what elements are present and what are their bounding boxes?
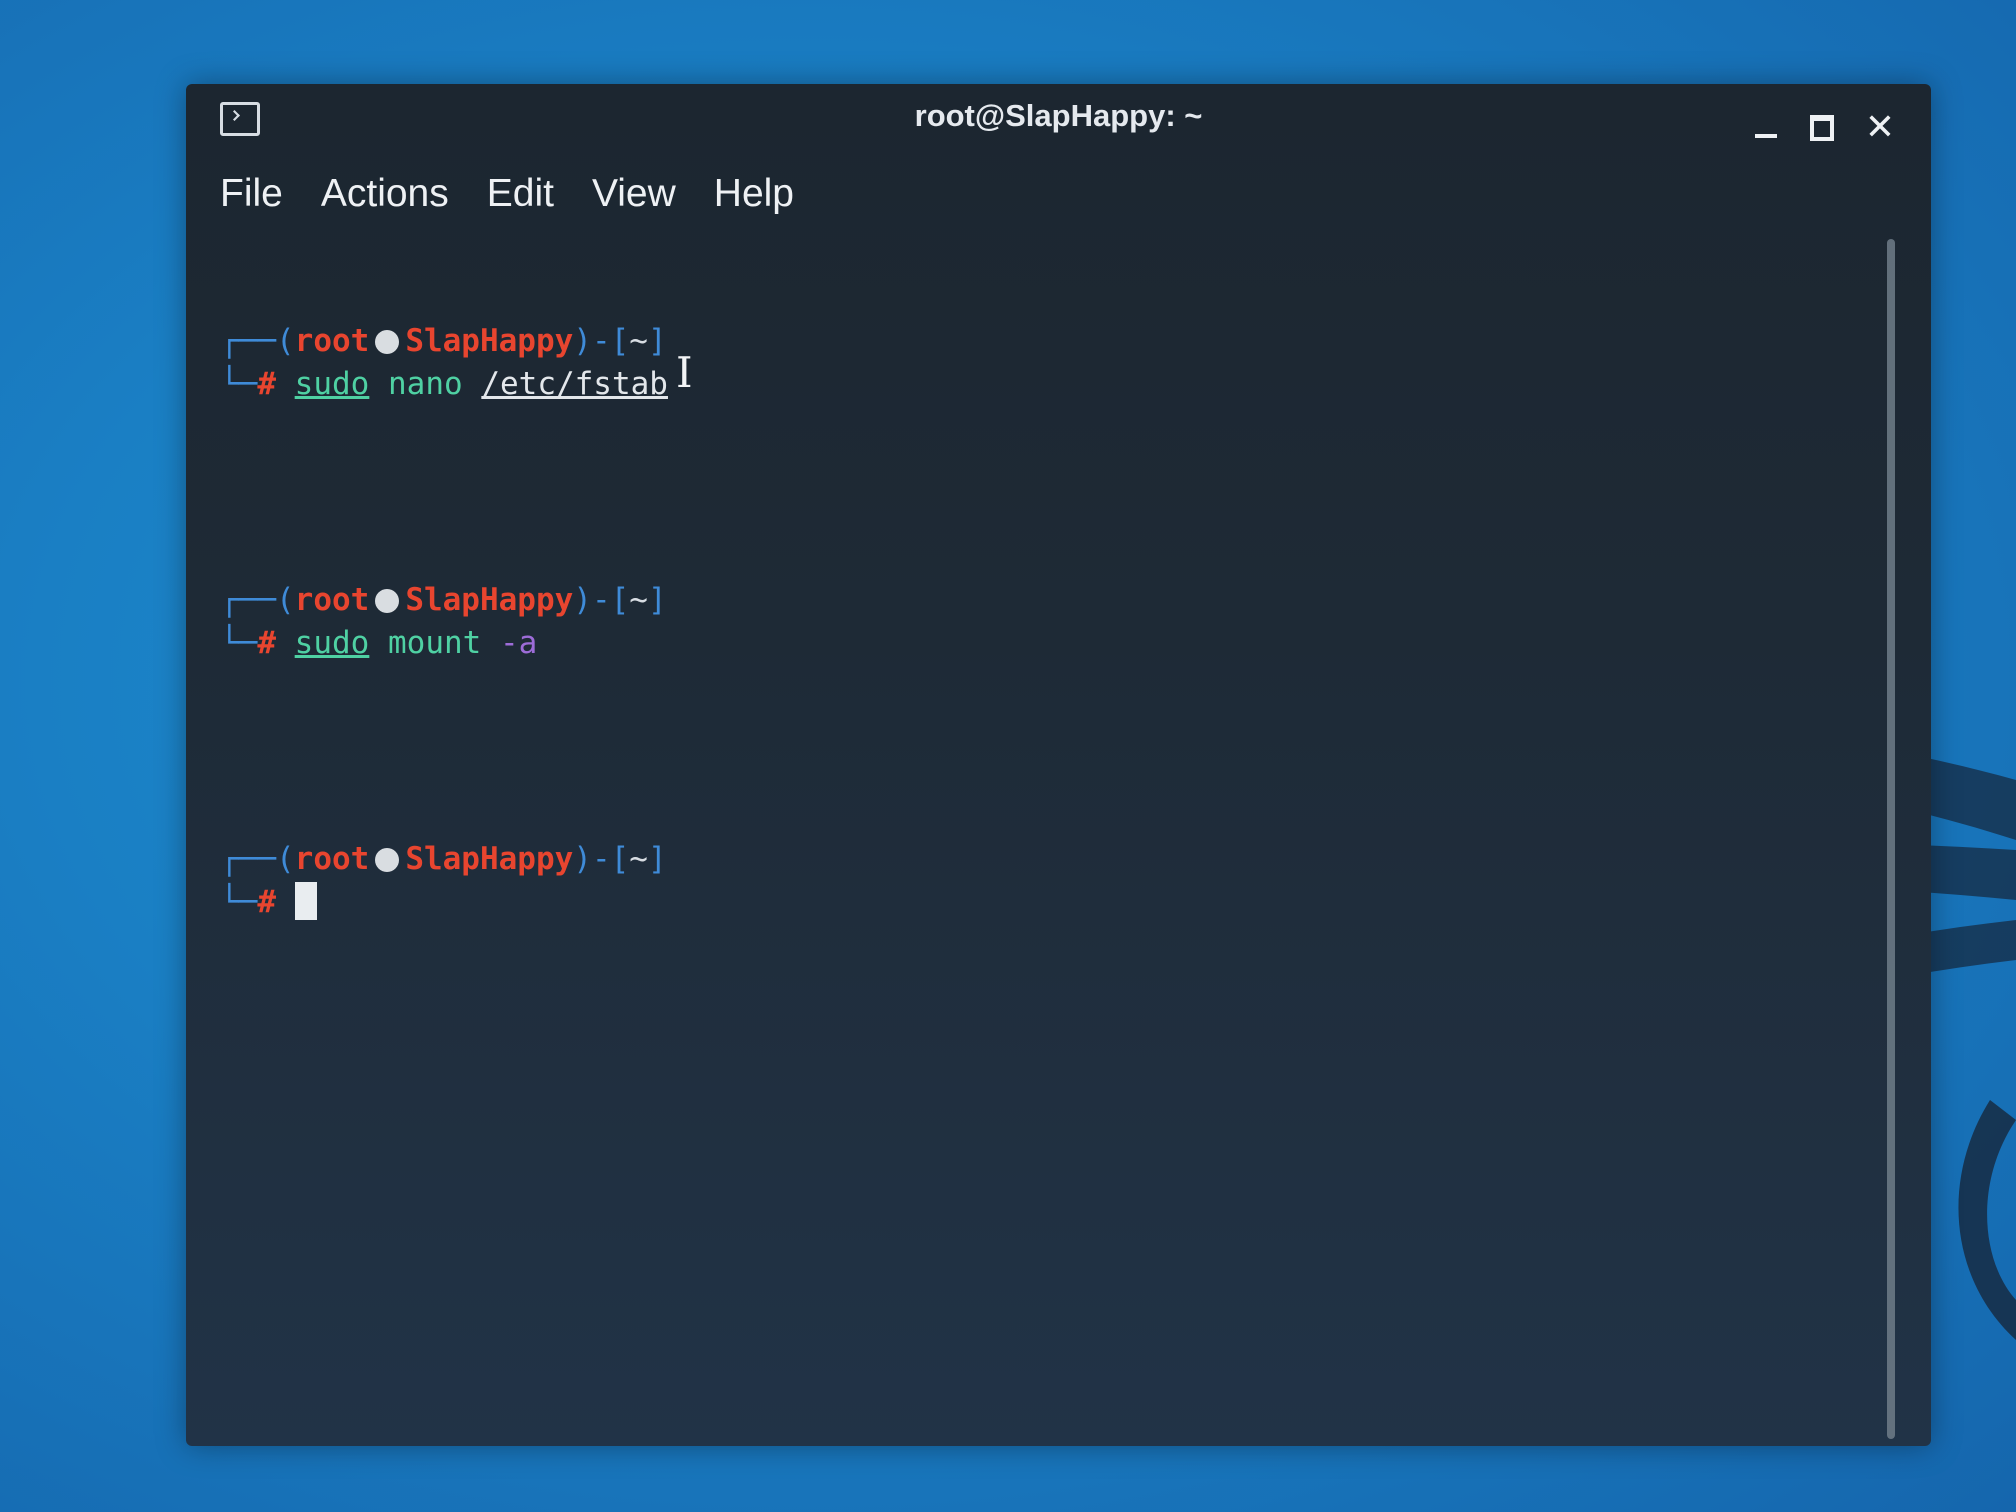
- terminal-window[interactable]: root@SlapHappy: ~ ✕ File Actions Edit Vi…: [186, 84, 1931, 1446]
- skull-icon: [375, 330, 400, 354]
- command-flag: -a: [500, 625, 538, 661]
- prompt-dir: ~: [629, 582, 648, 618]
- close-button[interactable]: ✕: [1858, 106, 1902, 150]
- prompt-user: root: [294, 841, 370, 877]
- command-program: sudo: [294, 366, 370, 402]
- title-bar[interactable]: root@SlapHappy: ~ ✕: [186, 84, 1931, 160]
- prompt-host: SlapHappy: [405, 323, 574, 359]
- menu-file[interactable]: File: [220, 164, 283, 224]
- menu-actions[interactable]: Actions: [321, 164, 449, 224]
- text-cursor[interactable]: [294, 882, 317, 920]
- desktop: root@SlapHappy: ~ ✕ File Actions Edit Vi…: [0, 0, 2016, 1512]
- scrollbar[interactable]: [1887, 239, 1895, 1439]
- text-cursor-icon: I: [676, 348, 693, 397]
- terminal-output[interactable]: ┌──(root SlapHappy)-[~] └─# sudo nano /et…: [220, 234, 668, 1054]
- skull-icon: [375, 589, 400, 613]
- skull-icon: [375, 848, 400, 872]
- maximize-icon: [1810, 115, 1834, 141]
- command-program: sudo: [294, 625, 370, 661]
- prompt-hash: #: [257, 884, 276, 920]
- prompt-dir: ~: [629, 841, 648, 877]
- maximize-button[interactable]: [1800, 106, 1844, 150]
- prompt-user: root: [294, 323, 370, 359]
- prompt-hash: #: [257, 366, 276, 402]
- prompt-user: root: [294, 582, 370, 618]
- prompt-host: SlapHappy: [405, 841, 574, 877]
- menu-help[interactable]: Help: [714, 164, 794, 224]
- menu-edit[interactable]: Edit: [487, 164, 554, 224]
- menu-view[interactable]: View: [592, 164, 676, 224]
- close-icon: ✕: [1864, 107, 1896, 148]
- command-arg: nano: [388, 366, 463, 402]
- prompt-hash: #: [257, 625, 276, 661]
- window-title: root@SlapHappy: ~: [914, 98, 1203, 133]
- prompt-block-current: ┌──(root SlapHappy)-[~] └─#: [220, 841, 667, 920]
- command-arg: mount: [388, 625, 482, 661]
- minimize-button[interactable]: [1744, 106, 1788, 150]
- prompt-block: ┌──(root SlapHappy)-[~] └─# sudo nano /et…: [220, 323, 668, 402]
- menu-bar: File Actions Edit View Help: [220, 164, 794, 224]
- prompt-host: SlapHappy: [405, 582, 574, 618]
- prompt-dir: ~: [629, 323, 648, 359]
- minimize-icon: [1755, 134, 1777, 138]
- command-path: /etc/fstab: [481, 366, 668, 402]
- prompt-block: ┌──(root SlapHappy)-[~] └─# sudo mount -a: [220, 582, 667, 661]
